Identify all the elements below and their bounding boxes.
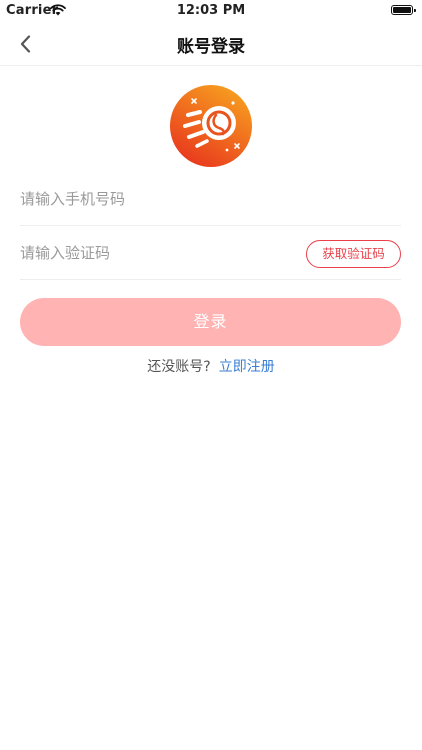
get-code-button[interactable]: 获取验证码 (306, 240, 401, 268)
register-row: 还没账号? 立即注册 (0, 356, 422, 376)
verification-code-input[interactable] (20, 238, 280, 268)
phone-field-row (20, 174, 401, 226)
battery-icon (391, 5, 416, 15)
app-logo-icon (170, 85, 252, 167)
clock: 12:03 PM (176, 3, 246, 18)
no-account-text: 还没账号? (147, 359, 211, 375)
nav-bar: 账号登录 (0, 22, 422, 66)
login-button[interactable]: 登录 (20, 298, 401, 346)
status-bar: Carrier 12:03 PM (0, 0, 422, 22)
page-title: 账号登录 (177, 37, 245, 57)
code-field-row: 获取验证码 (20, 228, 401, 280)
phone-input[interactable] (20, 184, 280, 214)
register-link[interactable]: 立即注册 (219, 359, 275, 375)
